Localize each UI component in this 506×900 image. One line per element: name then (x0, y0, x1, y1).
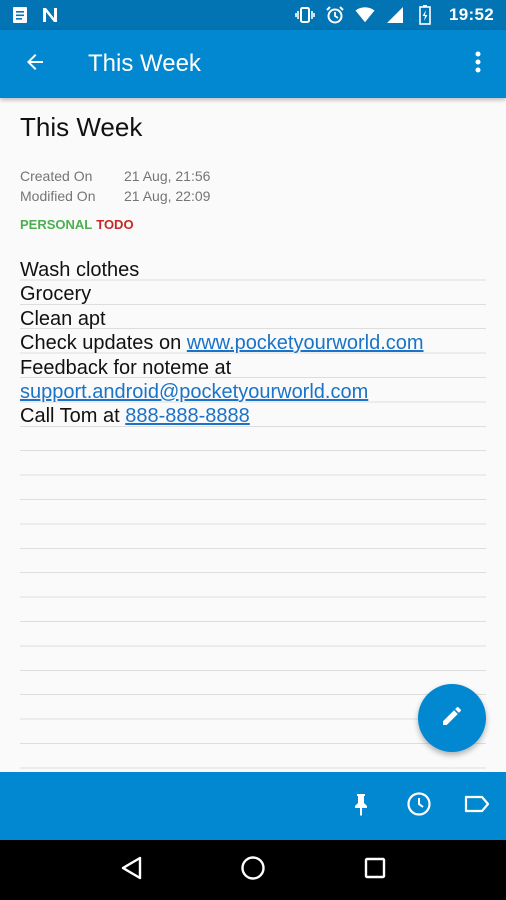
nav-home-button[interactable] (233, 850, 273, 890)
back-button[interactable] (0, 30, 70, 98)
back-triangle-icon (120, 856, 142, 885)
website-link[interactable]: www.pocketyourworld.com (187, 332, 424, 354)
created-label: Created On (20, 168, 93, 184)
phone-link[interactable]: 888-888-8888 (125, 405, 250, 427)
home-circle-icon (240, 855, 266, 886)
note-line: Clean apt (20, 307, 106, 330)
pin-button[interactable] (346, 791, 376, 821)
signal-icon (385, 5, 405, 25)
label-button[interactable] (462, 791, 492, 821)
modified-label: Modified On (20, 188, 96, 204)
tag-personal[interactable]: PERSONAL (20, 217, 92, 232)
edit-fab-button[interactable] (418, 684, 486, 752)
note-line: Wash clothes (20, 259, 140, 281)
note-body[interactable]: Wash clothes Grocery Clean apt Check upd… (20, 258, 486, 429)
note-line: Feedback for noteme at (20, 356, 232, 379)
created-row: Created On 21 Aug, 21:56 (20, 166, 210, 186)
reminder-button[interactable] (404, 791, 434, 821)
n-notification-icon (40, 5, 60, 25)
note-content: This Week Created On 21 Aug, 21:56 Modif… (0, 98, 506, 772)
note-line-text: Call Tom at (20, 405, 126, 428)
more-vert-icon (475, 51, 481, 78)
vibrate-icon (295, 5, 315, 25)
note-line: support.android@pocketyourworld.com (20, 380, 486, 404)
app-bar: This Week (0, 30, 506, 98)
note-line-text: Check updates on (20, 332, 187, 355)
app-bar-title: This Week (88, 50, 201, 77)
battery-icon (415, 5, 435, 25)
notes-notification-icon (10, 5, 30, 25)
note-title: This Week (20, 112, 143, 142)
note-tags: PERSONAL TODO (20, 217, 134, 232)
system-nav-bar (0, 840, 506, 900)
email-link[interactable]: support.android@pocketyourworld.com (20, 381, 368, 403)
more-options-button[interactable] (450, 30, 506, 98)
note-meta: Created On 21 Aug, 21:56 Modified On 21 … (20, 166, 210, 206)
status-time: 19:52 (449, 5, 494, 24)
created-value: 21 Aug, 21:56 (124, 168, 211, 184)
recents-square-icon (364, 857, 386, 884)
modified-row: Modified On 21 Aug, 22:09 (20, 186, 210, 206)
note-line: Check updates on www.pocketyourworld.com (20, 331, 486, 355)
label-icon (464, 794, 490, 819)
bottom-toolbar (0, 772, 506, 840)
clock-icon (406, 791, 432, 822)
tag-todo[interactable]: TODO (96, 217, 133, 232)
pencil-icon (440, 704, 464, 733)
note-line: Call Tom at 888-888-8888 (20, 404, 486, 428)
arrow-back-icon (23, 50, 47, 79)
nav-back-button[interactable] (111, 850, 151, 890)
note-line: Grocery (20, 283, 92, 306)
nav-recents-button[interactable] (355, 850, 395, 890)
modified-value: 21 Aug, 22:09 (124, 188, 211, 204)
status-bar: 19:52 (0, 0, 506, 30)
alarm-icon (325, 5, 345, 25)
wifi-icon (355, 5, 375, 25)
pin-icon (351, 792, 371, 821)
